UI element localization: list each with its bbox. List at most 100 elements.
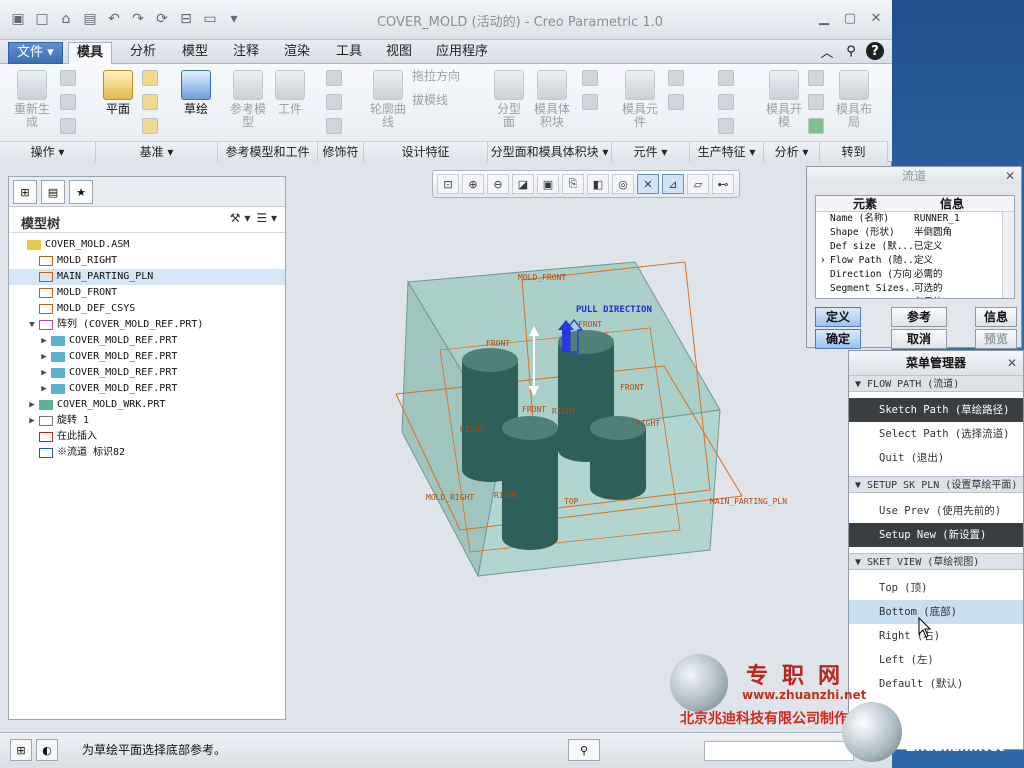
menu-section-header[interactable]: ▼ FLOW PATH (流道) <box>849 375 1023 392</box>
menu-item[interactable]: Setup New (新设置) <box>849 523 1023 547</box>
paste-icon[interactable] <box>60 94 76 110</box>
mold-component-button[interactable]: 模具元件 <box>620 70 660 129</box>
volume-split-icon[interactable] <box>582 94 598 110</box>
tree-node[interactable]: ※流道 标识82 <box>9 445 285 461</box>
tree-settings-icon[interactable]: ⚒ ▾ <box>230 211 251 225</box>
tab-applications[interactable]: 应用程序 <box>428 42 496 64</box>
spin-center-icon[interactable]: ⊷ <box>712 174 734 194</box>
folder-browser-tab-icon[interactable]: ▤ <box>41 180 65 204</box>
tab-analysis[interactable]: 分析 <box>122 42 164 64</box>
tree-node[interactable]: MOLD_FRONT <box>9 285 285 301</box>
menu-item[interactable]: Sketch Path (草绘路径) <box>849 398 1023 422</box>
datum-plane-display-icon[interactable]: ⊿ <box>662 174 684 194</box>
split-icon[interactable] <box>582 70 598 86</box>
shrink-icon[interactable] <box>326 70 342 86</box>
close-icon[interactable]: ✕ <box>1005 167 1015 185</box>
thickness-icon[interactable] <box>808 70 824 86</box>
element-row[interactable]: › Flow Path (随... 定义 <box>816 254 1014 268</box>
profile-curve-button[interactable]: 轮廓曲线 <box>368 70 408 129</box>
point-icon[interactable] <box>142 94 158 110</box>
tree-node[interactable]: ▶ COVER_MOLD_REF.PRT <box>9 333 285 349</box>
tab-annotate[interactable]: 注释 <box>225 42 267 64</box>
copy-icon[interactable] <box>60 70 76 86</box>
info-button[interactable]: 信息 <box>975 307 1017 327</box>
group-analysis[interactable]: 分析 ▾ <box>764 141 820 162</box>
close-icon[interactable]: ✕ <box>1007 351 1017 375</box>
browser-toggle-icon[interactable]: ◐ <box>36 739 58 761</box>
tree-node[interactable]: ▶ COVER_MOLD_REF.PRT <box>9 365 285 381</box>
tab-tools[interactable]: 工具 <box>328 42 370 64</box>
perspective-icon[interactable]: ◎ <box>612 174 634 194</box>
search-icon[interactable]: ⚲ <box>842 42 860 60</box>
maximize-icon[interactable]: ▢ <box>840 8 860 28</box>
expand-icon[interactable]: ▶ <box>39 381 49 397</box>
menu-item[interactable]: Right (右) <box>849 624 1023 648</box>
modifier-icon[interactable] <box>326 118 342 134</box>
undo-icon[interactable]: ↶ <box>104 8 124 30</box>
tree-node[interactable]: MOLD_DEF_CSYS <box>9 301 285 317</box>
graphics-viewport[interactable]: MOLD_FRONT PULL DIRECTION FRONT FRONT FR… <box>290 200 850 730</box>
repaint-icon[interactable]: ◪ <box>512 174 534 194</box>
mold-volume-button[interactable]: 模具体积块 <box>530 70 574 129</box>
element-row[interactable]: Shape (形状) 半倒圆角 <box>816 226 1014 240</box>
zoom-out-icon[interactable]: ⊖ <box>487 174 509 194</box>
ejector-icon[interactable] <box>718 118 734 134</box>
tab-file[interactable]: 文件 ▾ <box>8 42 63 64</box>
group-datum[interactable]: 基准 ▾ <box>96 141 218 162</box>
axis-icon[interactable] <box>142 70 158 86</box>
extrude-direction-button[interactable]: 拖拉方向 <box>412 70 482 83</box>
mold-layout-button[interactable]: 模具布局 <box>836 70 872 129</box>
expand-icon[interactable]: ▶ <box>39 365 49 381</box>
preview-button[interactable]: 预览 <box>975 329 1017 349</box>
tab-model[interactable]: 模型 <box>174 42 216 64</box>
delete-icon[interactable] <box>60 118 76 134</box>
close-window-icon[interactable]: ▭ <box>200 8 220 30</box>
element-row[interactable]: Segment Sizes... 可选的 <box>816 282 1014 296</box>
tree-node[interactable]: ▶ COVER_MOLD_REF.PRT <box>9 381 285 397</box>
saved-views-icon[interactable]: ⎘ <box>562 174 584 194</box>
expand-icon[interactable]: ▶ <box>27 397 37 413</box>
menu-item[interactable]: Select Path (选择流道) <box>849 422 1023 446</box>
new-icon[interactable]: □ <box>32 8 52 30</box>
projected-area-icon[interactable] <box>808 94 824 110</box>
group-parting-volume[interactable]: 分型面和模具体积块 ▾ <box>488 141 612 162</box>
shrink-dim-icon[interactable] <box>326 94 342 110</box>
ok-button[interactable]: 确定 <box>815 329 861 349</box>
regenerate-icon[interactable]: ⟳ <box>152 8 172 30</box>
tree-columns-icon[interactable]: ☰ ▾ <box>256 211 277 225</box>
reference-model-button[interactable]: 参考模型 <box>226 70 270 129</box>
expand-icon[interactable]: ▶ <box>39 349 49 365</box>
element-list[interactable]: 元素 信息 Name (名称) RUNNER_1 Shape (形状) 半倒圆角 Def… <box>815 195 1015 299</box>
runner-tool-icon[interactable] <box>718 70 734 86</box>
model-tree-tab-icon[interactable]: ⊞ <box>13 180 37 204</box>
menu-section-header[interactable]: ▼ SETUP SK PLN (设置草绘平面) <box>849 476 1023 493</box>
mold-open-button[interactable]: 模具开模 <box>766 70 802 129</box>
collapse-icon[interactable]: ▼ <box>27 317 37 333</box>
tab-mold[interactable]: 模具 <box>68 42 113 64</box>
tree-node[interactable]: COVER_MOLD.ASM <box>9 237 285 253</box>
zoom-in-icon[interactable]: ⊕ <box>462 174 484 194</box>
csys-tool-icon[interactable] <box>142 118 158 134</box>
minimize-icon[interactable]: ▁ <box>814 8 834 28</box>
regenerate-button[interactable]: 重新生成 <box>10 70 54 129</box>
tree-node[interactable]: ▶ COVER_MOLD_REF.PRT <box>9 349 285 365</box>
draft-line-button[interactable]: 拔模线 <box>412 94 482 107</box>
navigator-toggle-icon[interactable]: ⊞ <box>10 739 32 761</box>
window-icon[interactable]: ⊟ <box>176 8 196 30</box>
tab-view[interactable]: 视图 <box>378 42 420 64</box>
customize-icon[interactable]: ▾ <box>224 8 244 30</box>
element-row[interactable]: Def size (默... 已定义 <box>816 240 1014 254</box>
element-list-scrollbar[interactable] <box>1002 212 1014 298</box>
tree-node[interactable]: 在此插入 <box>9 429 285 445</box>
tree-node[interactable]: MOLD_RIGHT <box>9 253 285 269</box>
expand-icon[interactable]: ▶ <box>39 333 49 349</box>
define-button[interactable]: 定义 <box>815 307 861 327</box>
menu-item[interactable]: Quit (退出) <box>849 446 1023 470</box>
tree-node[interactable]: ▼ 阵列 (COVER_MOLD_REF.PRT) <box>9 317 285 333</box>
find-icon[interactable]: ⚲ <box>568 739 600 761</box>
cast-icon[interactable] <box>668 70 684 86</box>
collapse-ribbon-icon[interactable]: ︿ <box>818 42 836 61</box>
expand-icon[interactable]: ▶ <box>27 413 37 429</box>
group-components[interactable]: 元件 ▾ <box>612 141 690 162</box>
tab-render[interactable]: 渲染 <box>276 42 318 64</box>
